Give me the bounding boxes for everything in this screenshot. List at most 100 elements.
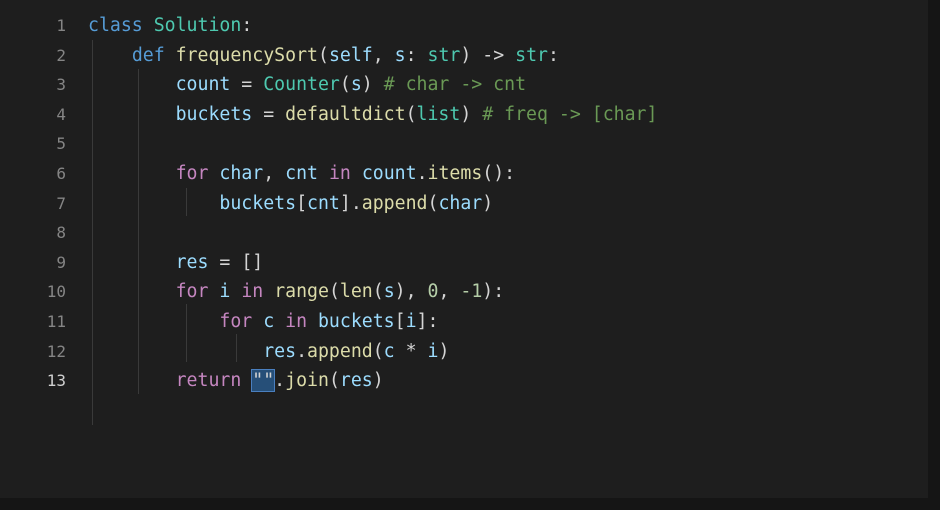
code-token: s	[394, 44, 406, 66]
code-text[interactable]: buckets[cnt].append(char)	[88, 189, 493, 218]
code-line[interactable]: 12 res.append(c * i)	[0, 337, 928, 366]
code-text[interactable]: count = Counter(s) # char -> cnt	[88, 70, 526, 99]
line-number: 6	[56, 164, 66, 183]
code-text[interactable]: for i in range(len(s), 0, -1):	[88, 277, 505, 306]
code-token: for	[175, 163, 220, 184]
code-editor[interactable]: 1 class Solution: 2 def frequencySort(self…	[0, 0, 940, 510]
code-token: :	[405, 44, 428, 66]
code-token: buckets	[175, 103, 253, 125]
code-token: char	[219, 163, 264, 184]
code-token: res	[175, 251, 209, 273]
code-token: (	[405, 103, 417, 125]
line-number: 10	[46, 282, 66, 302]
line-number: 12	[46, 341, 66, 361]
code-token: i	[427, 340, 439, 362]
code-line[interactable]: 10 for i in range(len(s), 0, -1):	[0, 277, 928, 306]
line-number: 4	[56, 104, 66, 124]
code-token: (	[339, 74, 351, 96]
code-line[interactable]: 11 for c in buckets[i]:	[0, 307, 928, 336]
code-line[interactable]: 1 class Solution:	[0, 11, 928, 40]
code-token: (	[328, 370, 340, 392]
code-text[interactable]: class Solution:	[88, 11, 252, 40]
code-line[interactable]: 3 count = Counter(s) # char -> cnt	[0, 70, 928, 99]
code-text[interactable]: res = []	[88, 248, 264, 277]
code-token: [	[394, 311, 406, 332]
code-token: ].	[339, 192, 362, 214]
indent-guide-for-range	[186, 304, 187, 362]
code-token: .	[296, 340, 308, 362]
code-line[interactable]: 2 def frequencySort(self, s: str) -> str…	[0, 41, 928, 70]
code-token: ]:	[416, 311, 439, 332]
code-token: items	[427, 163, 483, 184]
code-token: cnt	[285, 163, 318, 184]
code-token: (	[317, 44, 329, 66]
code-line[interactable]: 13 return "".join(res)	[0, 366, 928, 395]
line-number: 11	[46, 312, 66, 331]
code-token: 0	[427, 281, 439, 303]
code-line[interactable]: 4 buckets = defaultdict(list) # freq -> …	[0, 100, 928, 129]
line-number: 2	[56, 45, 66, 65]
code-token: [	[296, 192, 308, 214]
indent-guide-def	[138, 69, 139, 394]
code-token: =	[230, 74, 264, 96]
code-token: count	[175, 74, 231, 96]
code-token: frequencySort	[175, 44, 318, 66]
code-token: buckets	[317, 311, 395, 332]
code-line[interactable]: 8	[0, 218, 928, 247]
code-token: .	[416, 163, 428, 184]
code-token: )	[438, 340, 450, 362]
code-text[interactable]: for c in buckets[i]:	[88, 307, 438, 336]
code-text[interactable]: buckets = defaultdict(list) # freq -> [c…	[88, 100, 658, 129]
code-token: s	[350, 74, 362, 96]
code-token: str	[515, 44, 548, 66]
code-text[interactable]: for char, cnt in count.items():	[88, 159, 516, 188]
code-line[interactable]: 9 res = []	[0, 248, 928, 277]
code-token: (	[427, 192, 439, 214]
code-token: self	[328, 44, 373, 66]
code-token: for	[219, 311, 264, 332]
code-token: (	[328, 281, 340, 303]
code-token: # char -> cnt	[383, 74, 527, 96]
code-token: defaultdict	[285, 103, 406, 125]
code-token: class	[88, 15, 154, 36]
code-token: ) ->	[460, 44, 516, 66]
code-token: s	[383, 281, 395, 303]
code-token: (	[372, 281, 384, 303]
code-token: )	[372, 370, 384, 392]
code-token: list	[416, 103, 461, 125]
code-token: )	[460, 103, 483, 125]
code-token: def	[131, 44, 176, 66]
code-token: ):	[482, 281, 505, 303]
code-token: c	[383, 340, 395, 362]
code-token: char	[438, 192, 483, 214]
code-line[interactable]: 5	[0, 129, 928, 158]
code-line[interactable]: 6 for char, cnt in count.items():	[0, 159, 928, 188]
code-token: .	[274, 370, 286, 392]
code-token: cnt	[307, 192, 340, 214]
code-token: ,	[263, 163, 286, 184]
line-number: 3	[56, 75, 66, 95]
code-token: for	[175, 281, 220, 303]
code-token: -1	[460, 281, 483, 303]
code-token: in	[274, 311, 318, 332]
code-text[interactable]: res.append(c * i)	[88, 337, 449, 366]
code-token: )	[361, 74, 384, 96]
code-text[interactable]: return "".join(res)	[88, 366, 384, 395]
code-line[interactable]: 7 buckets[cnt].append(char)	[0, 189, 928, 218]
indent-guide-class	[92, 40, 93, 425]
code-token: c	[263, 311, 275, 332]
code-token: :	[241, 15, 253, 36]
code-token: (	[372, 340, 384, 362]
code-token: )	[482, 192, 494, 214]
code-token: =	[252, 103, 286, 125]
line-number: 13	[46, 371, 66, 391]
code-text[interactable]: def frequencySort(self, s: str) -> str:	[88, 41, 559, 70]
line-number: 1	[56, 16, 66, 35]
